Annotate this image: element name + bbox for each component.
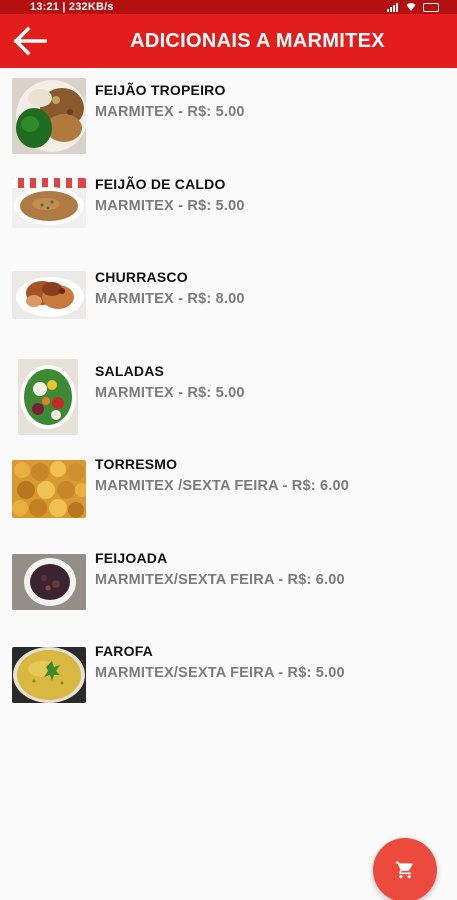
status-bar: 13:21 | 232KB/s xyxy=(0,0,457,14)
feijoada-image xyxy=(12,553,86,610)
item-price: MARMITEX - R$: 8.00 xyxy=(95,291,245,307)
item-name: FEIJÃO TROPEIRO xyxy=(95,82,226,98)
list-item[interactable]: FAROFA MARMITEX/SEXTA FEIRA - R$: 5.00 xyxy=(0,629,457,723)
item-name: FAROFA xyxy=(95,643,153,659)
list-item[interactable]: TORRESMO MARMITEX /SEXTA FEIRA - R$: 6.0… xyxy=(0,442,457,536)
saladas-image xyxy=(18,358,78,435)
item-price: MARMITEX/SEXTA FEIRA - R$: 6.00 xyxy=(95,571,345,588)
torresmo-image xyxy=(12,460,86,518)
page-title: ADICIONAIS A MARMITEX xyxy=(130,29,385,52)
battery-icon xyxy=(423,2,439,12)
arrow-back-icon xyxy=(13,26,47,56)
cart-icon xyxy=(395,861,413,879)
list-item[interactable]: FEIJÃO TROPEIRO MARMITEX - R$: 5.00 xyxy=(0,68,457,162)
item-name: SALADAS xyxy=(95,362,165,379)
item-price: MARMITEX - R$: 5.00 xyxy=(95,384,245,401)
feijao-tropeiro-image xyxy=(12,78,86,154)
farofa-image xyxy=(12,647,86,703)
app-bar: ADICIONAIS A MARMITEX xyxy=(0,14,457,68)
product-list: FEIJÃO TROPEIRO MARMITEX - R$: 5.00 FEIJ… xyxy=(0,68,457,723)
item-price: MARMITEX/SEXTA FEIRA - R$: 5.00 xyxy=(95,665,345,681)
status-icons xyxy=(387,2,439,12)
item-name: TORRESMO xyxy=(95,456,178,472)
item-price: MARMITEX - R$: 5.00 xyxy=(95,197,245,214)
item-name: FEIJOADA xyxy=(95,549,168,566)
signal-icon xyxy=(387,2,399,12)
item-price: MARMITEX - R$: 5.00 xyxy=(95,104,245,120)
item-price: MARMITEX /SEXTA FEIRA - R$: 6.00 xyxy=(95,478,350,494)
cart-button[interactable] xyxy=(373,838,437,900)
feijao-de-caldo-image xyxy=(12,177,86,228)
wifi-icon xyxy=(405,3,417,11)
list-item[interactable]: SALADAS MARMITEX - R$: 5.00 xyxy=(0,349,457,443)
item-name: FEIJÃO DE CALDO xyxy=(95,175,226,192)
list-item[interactable]: FEIJÃO DE CALDO MARMITEX - R$: 5.00 xyxy=(0,162,457,256)
list-item[interactable]: CHURRASCO MARMITEX - R$: 8.00 xyxy=(0,255,457,349)
list-item[interactable]: FEIJOADA MARMITEX/SEXTA FEIRA - R$: 6.00 xyxy=(0,536,457,630)
item-name: CHURRASCO xyxy=(95,269,188,285)
back-button[interactable] xyxy=(0,14,60,68)
status-time: 13:21 | 232KB/s xyxy=(30,1,114,13)
churrasco-image xyxy=(12,271,86,319)
